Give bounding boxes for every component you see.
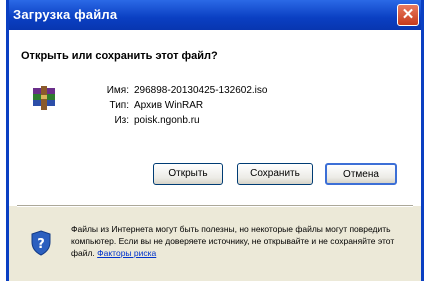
save-button[interactable]: Сохранить — [237, 163, 313, 185]
file-download-dialog: Загрузка файла ✕ Открыть или сохранить э… — [6, 0, 424, 281]
file-type-label: Тип: — [109, 100, 129, 111]
file-source-label: Из: — [114, 115, 129, 126]
open-button[interactable]: Открыть — [153, 163, 223, 185]
close-icon: ✕ — [401, 6, 415, 23]
dialog-question: Открыть или сохранить этот файл? — [21, 50, 218, 62]
file-info: Имя: 296898-20130425-132602.iso Тип: Арх… — [95, 85, 268, 130]
title-bar[interactable]: Загрузка файла ✕ — [9, 0, 421, 30]
file-name-row: Имя: 296898-20130425-132602.iso — [95, 85, 268, 100]
file-name-label: Имя: — [106, 85, 129, 96]
file-source-value: poisk.ngonb.ru — [134, 115, 200, 126]
svg-text:?: ? — [37, 237, 45, 252]
file-type-row: Тип: Архив WinRAR — [95, 100, 267, 115]
winrar-archive-icon — [31, 86, 57, 110]
close-button[interactable]: ✕ — [397, 4, 419, 26]
risk-factors-link[interactable]: Факторы риска — [97, 248, 156, 258]
file-name-value: 296898-20130425-132602.iso — [134, 85, 268, 96]
divider — [17, 205, 413, 207]
shield-question-icon: ? — [31, 230, 51, 256]
cancel-button[interactable]: Отмена — [325, 163, 397, 185]
file-type-value: Архив WinRAR — [134, 100, 204, 111]
window-title: Загрузка файла — [13, 7, 118, 22]
file-source-row: Из: poisk.ngonb.ru — [95, 115, 267, 130]
security-warning: Файлы из Интернета могут быть полезны, н… — [71, 223, 401, 259]
